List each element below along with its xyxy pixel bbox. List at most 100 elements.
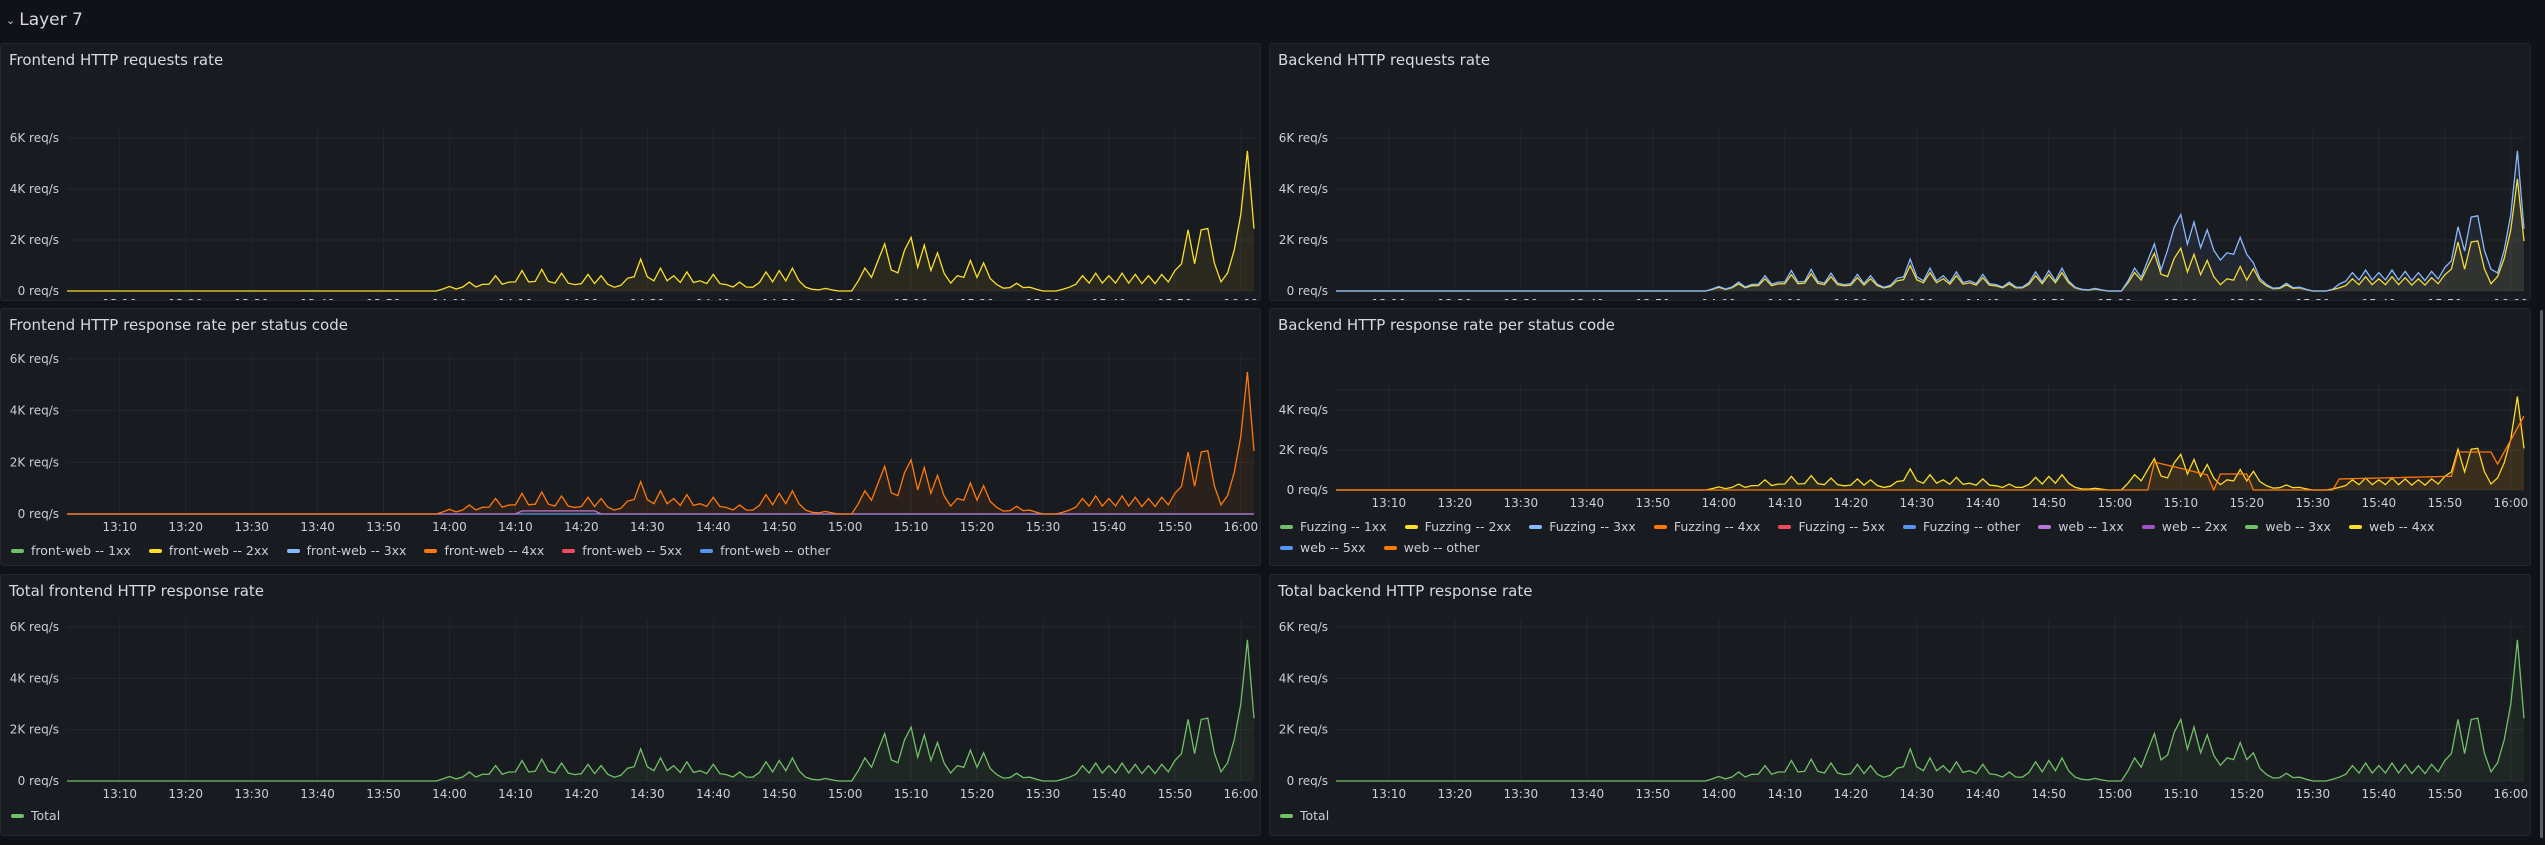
legend-item[interactable]: front-web -- 3xx	[286, 543, 406, 558]
x-tick-label: 15:20	[2230, 496, 2265, 510]
panel-backend-total[interactable]: Total backend HTTP response rate 0 req/s 2…	[1269, 574, 2531, 836]
y-tick-label: 0 req/s	[18, 507, 59, 521]
x-tick-label: 15:00	[828, 520, 863, 534]
legend-item[interactable]: front-web -- 5xx	[562, 543, 682, 558]
legend-swatch	[2038, 524, 2052, 529]
x-tick-label: 14:20	[1834, 297, 1869, 301]
x-tick-label: 15:20	[960, 787, 995, 801]
x-tick-label: 14:30	[630, 787, 665, 801]
x-tick-label: 15:10	[894, 297, 929, 301]
legend-label: web -- 1xx	[2058, 519, 2124, 534]
x-tick-label: 16:00	[1224, 787, 1259, 801]
x-tick-label: 13:10	[102, 787, 137, 801]
x-tick-label: 14:20	[1834, 496, 1869, 510]
panel-frontend-requests[interactable]: Frontend HTTP requests rate 0 req/s 2K req…	[0, 43, 1261, 301]
legend-item[interactable]: web -- 4xx	[2348, 519, 2435, 534]
panel-backend-requests[interactable]: Backend HTTP requests rate 0 req/s 2K req/…	[1269, 43, 2531, 301]
legend-item[interactable]: front-web -- 1xx	[11, 543, 131, 558]
legend-swatch	[11, 813, 24, 818]
y-tick-label: 6K req/s	[10, 131, 59, 145]
x-tick-label: 15:20	[960, 520, 995, 534]
legend-item[interactable]: web -- 1xx	[2038, 519, 2124, 534]
chart-svg[interactable]: 0 req/s 2K req/s 4K req/s 6K req/s 13:10 13:2…	[1270, 44, 2531, 301]
legend-swatch	[424, 548, 438, 553]
x-tick-label: 14:50	[2032, 297, 2067, 301]
legend-label: Total	[1300, 808, 1330, 823]
panel-backend-status[interactable]: Backend HTTP response rate per status co…	[1269, 308, 2531, 566]
legend-item[interactable]: Fuzzing -- 1xx	[1280, 519, 1387, 534]
y-tick-label: 0 req/s	[1287, 483, 1328, 497]
x-tick-label: 15:40	[2362, 297, 2397, 301]
legend-item[interactable]: Fuzzing -- 4xx	[1653, 519, 1761, 534]
y-tick-label: 0 req/s	[18, 284, 59, 298]
chevron-down-icon[interactable]: ⌄	[6, 14, 15, 27]
legend-item[interactable]: Total	[11, 808, 60, 823]
legend-swatch	[1778, 524, 1792, 529]
legend-item[interactable]: web -- other	[1383, 540, 1480, 555]
x-tick-label: 14:00	[1702, 787, 1737, 801]
legend-swatch	[1280, 545, 1293, 550]
x-tick-label: 14:20	[1834, 787, 1869, 801]
panel-frontend-total[interactable]: Total frontend HTTP response rate 0 req/s…	[0, 574, 1261, 836]
legend-item[interactable]: web -- 5xx	[1280, 540, 1366, 555]
x-tick-label: 14:50	[2032, 787, 2067, 801]
legend-item[interactable]: Fuzzing -- 5xx	[1778, 519, 1885, 534]
y-tick-label: 6K req/s	[10, 352, 59, 366]
chart-svg[interactable]: 0 req/s 2K req/s 4K req/s 6K req/s 13:10 13:2…	[1270, 575, 2531, 836]
x-tick-label: 14:10	[498, 297, 533, 301]
chart-svg[interactable]: 0 req/s 2K req/s 4K req/s 6K req/s 13:10 13:2…	[1, 575, 1261, 836]
scrollbar[interactable]	[2540, 310, 2543, 838]
x-tick-label: 15:00	[828, 297, 863, 301]
x-tick-label: 13:30	[1504, 496, 1539, 510]
x-tick-label: 14:40	[696, 520, 731, 534]
legend-item[interactable]: Fuzzing -- other	[1903, 519, 2020, 534]
legend-swatch	[286, 548, 300, 553]
legend-item[interactable]: web -- 2xx	[2141, 519, 2228, 534]
x-tick-label: 15:10	[894, 787, 929, 801]
legend-label: web -- 3xx	[2265, 519, 2331, 534]
chart-svg[interactable]: 0 req/s 2K req/s 4K req/s 6K req/s 13:10 13:2…	[1, 309, 1261, 566]
legend-item[interactable]: front-web -- 4xx	[424, 543, 544, 558]
row-header-layer7[interactable]: ⌄ Layer 7	[6, 8, 83, 32]
y-tick-label: 6K req/s	[1279, 620, 1328, 634]
x-tick-label: 15:30	[2296, 496, 2331, 510]
legend-swatch	[1653, 524, 1667, 529]
y-tick-label: 4K req/s	[10, 671, 59, 685]
x-tick-label: 14:50	[762, 520, 797, 534]
x-tick-label: 13:40	[1570, 787, 1605, 801]
x-tick-label: 15:50	[2428, 297, 2463, 301]
x-tick-label: 13:40	[300, 520, 335, 534]
y-tick-label: 2K req/s	[1279, 233, 1328, 247]
y-tick-label: 0 req/s	[18, 774, 59, 788]
x-tick-label: 15:50	[2428, 496, 2463, 510]
legend-item[interactable]: Fuzzing -- 3xx	[1529, 519, 1636, 534]
legend-label: Fuzzing -- 4xx	[1673, 519, 1761, 534]
x-tick-label: 13:30	[1504, 297, 1539, 301]
x-tick-label: 14:20	[564, 520, 599, 534]
x-tick-label: 13:10	[1372, 297, 1407, 301]
series-area	[67, 371, 1254, 514]
y-tick-label: 2K req/s	[10, 233, 59, 247]
x-tick-label: 13:30	[234, 297, 269, 301]
legend-label: web -- 2xx	[2161, 519, 2228, 534]
x-tick-label: 14:00	[432, 297, 467, 301]
legend-item[interactable]: web -- 3xx	[2245, 519, 2331, 534]
legend-item[interactable]: Fuzzing -- 2xx	[1404, 519, 1511, 534]
x-tick-label: 15:10	[2164, 496, 2199, 510]
chart-svg[interactable]: 0 req/s 2K req/s 4K req/s 6K req/s 13:10 13:2…	[1, 44, 1261, 301]
legend-label: front-web -- other	[720, 543, 831, 558]
y-tick-label: 6K req/s	[1279, 131, 1328, 145]
legend-item[interactable]: front-web -- other	[700, 543, 830, 558]
legend-swatch	[2141, 524, 2155, 529]
x-tick-label: 15:10	[894, 520, 929, 534]
x-tick-label: 14:00	[432, 520, 467, 534]
panel-frontend-status[interactable]: Frontend HTTP response rate per status c…	[0, 308, 1261, 566]
legend-swatch	[1404, 524, 1418, 529]
legend-item[interactable]: front-web -- 2xx	[148, 543, 269, 558]
x-tick-label: 14:20	[564, 787, 599, 801]
legend-item[interactable]: Total	[1280, 808, 1329, 823]
x-tick-label: 13:50	[366, 787, 401, 801]
x-tick-label: 15:30	[1026, 787, 1061, 801]
x-tick-label: 14:40	[1966, 496, 2001, 510]
x-tick-label: 14:40	[696, 787, 731, 801]
